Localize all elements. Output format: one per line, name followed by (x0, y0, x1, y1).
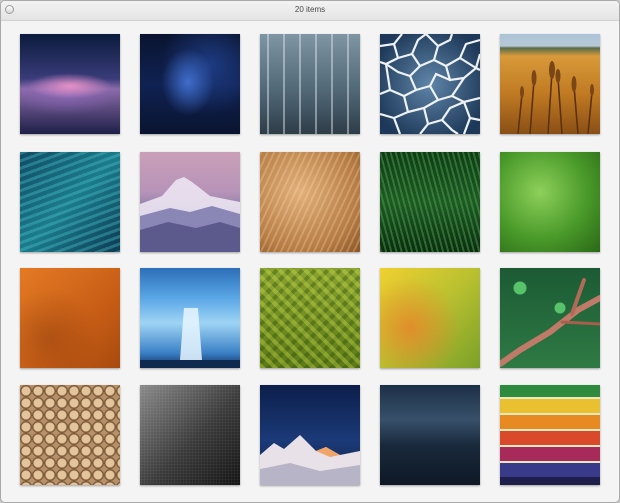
glacier-waterfall (140, 308, 240, 368)
wallpaper-thumbnail-3[interactable] (260, 34, 360, 134)
window-title: 20 items (294, 5, 326, 14)
branch-on-moss (500, 278, 600, 367)
wallpaper-thumbnail-12[interactable] (140, 268, 240, 368)
cracked-glass-pattern (380, 34, 480, 134)
wallpaper-thumbnail-1[interactable] (20, 34, 120, 134)
grass-stalks (517, 61, 594, 134)
wallpaper-thumbnail-18[interactable] (260, 385, 360, 485)
wallpaper-thumbnail-2[interactable] (140, 34, 240, 134)
finder-window: 20 items (0, 0, 620, 503)
wallpaper-thumbnail-17[interactable] (140, 385, 240, 485)
wallpaper-thumbnail-9[interactable] (380, 152, 480, 252)
wallpaper-thumbnail-14[interactable] (380, 268, 480, 368)
wallpaper-thumbnail-8[interactable] (260, 152, 360, 252)
wallpaper-thumbnail-5[interactable] (500, 34, 600, 134)
mountain-silhouette (140, 177, 240, 252)
wallpaper-thumbnail-11[interactable] (20, 268, 120, 368)
snowy-mountain-range (260, 435, 360, 485)
wallpaper-thumbnail-20[interactable] (500, 385, 600, 485)
wallpaper-thumbnail-7[interactable] (140, 152, 240, 252)
wallpaper-thumbnail-19[interactable] (380, 385, 480, 485)
wallpaper-thumbnail-6[interactable] (20, 152, 120, 252)
wallpaper-thumbnail-16[interactable] (20, 385, 120, 485)
title-bar[interactable]: 20 items (1, 1, 619, 21)
wallpaper-thumbnail-15[interactable] (500, 268, 600, 368)
wallpaper-thumbnail-13[interactable] (260, 268, 360, 368)
wallpaper-thumbnail-10[interactable] (500, 152, 600, 252)
wallpaper-thumbnail-4[interactable] (380, 34, 480, 134)
